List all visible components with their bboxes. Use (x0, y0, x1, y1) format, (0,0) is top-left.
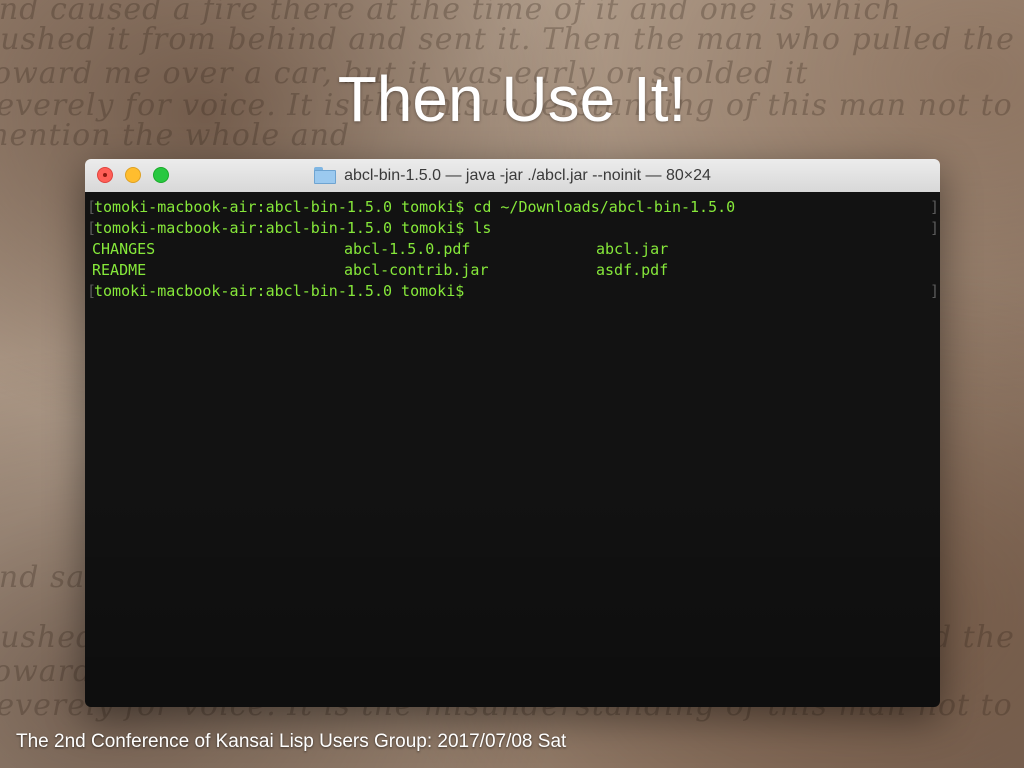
command-cd: tomoki-macbook-air:abcl-bin-1.5.0 tomoki… (94, 198, 736, 216)
terminal-line-ls: [ tomoki-macbook-air:abcl-bin-1.5.0 tomo… (85, 218, 940, 239)
terminal-line-cd: [ tomoki-macbook-air:abcl-bin-1.5.0 tomo… (85, 197, 940, 218)
ls-output-row: README abcl-contrib.jar asdf.pdf (85, 260, 940, 281)
command-ls: tomoki-macbook-air:abcl-bin-1.5.0 tomoki… (94, 219, 492, 237)
background-script-text: pushed it from behind and sent it. Then … (0, 22, 1024, 57)
file-entry: CHANGES (92, 240, 156, 258)
file-entry: abcl-contrib.jar (344, 261, 489, 279)
line-bracket-right: ] (930, 219, 940, 237)
file-entry: abcl-1.5.0.pdf (344, 240, 471, 258)
slide-footer: The 2nd Conference of Kansai Lisp Users … (16, 731, 567, 752)
line-bracket-right: ] (930, 282, 940, 300)
folder-icon (314, 167, 337, 184)
file-entry: README (92, 261, 147, 279)
ls-output-row: CHANGES abcl-1.5.0.pdf abcl.jar (85, 239, 940, 260)
slide-title: Then Use It! (337, 63, 687, 135)
terminal-content[interactable]: [ tomoki-macbook-air:abcl-bin-1.5.0 tomo… (85, 192, 940, 707)
shell-prompt: tomoki-macbook-air:abcl-bin-1.5.0 tomoki… (94, 282, 465, 300)
file-entry: asdf.pdf (596, 261, 669, 279)
line-bracket-right: ] (930, 198, 940, 216)
window-title-group: abcl-bin-1.5.0 — java -jar ./abcl.jar --… (85, 159, 940, 192)
file-entry: abcl.jar (596, 240, 669, 258)
terminal-window[interactable]: abcl-bin-1.5.0 — java -jar ./abcl.jar --… (85, 159, 940, 707)
window-titlebar[interactable]: abcl-bin-1.5.0 — java -jar ./abcl.jar --… (85, 159, 940, 193)
terminal-prompt-line[interactable]: [ tomoki-macbook-air:abcl-bin-1.5.0 tomo… (85, 281, 940, 302)
window-title: abcl-bin-1.5.0 — java -jar ./abcl.jar --… (344, 166, 711, 184)
